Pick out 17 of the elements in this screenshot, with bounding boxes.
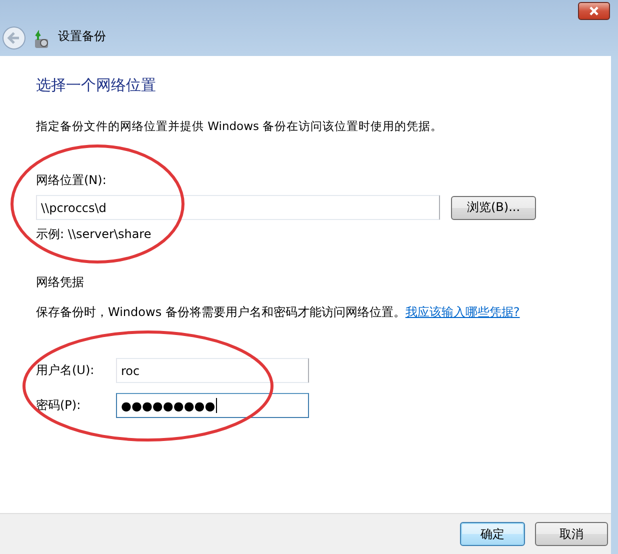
section-title: 网络凭据 (36, 274, 85, 291)
ok-button[interactable]: 确定 (460, 522, 525, 546)
browse-button[interactable]: 浏览(B)... (451, 196, 536, 220)
cancel-button[interactable]: 取消 (535, 522, 608, 546)
credentials-text: 保存备份时，Windows 备份将需要用户名和密码才能访问网络位置。我应该输入哪些凭据? (36, 304, 521, 321)
input-field[interactable]: roc (116, 358, 309, 383)
network-location-field[interactable]: \\pcroccs\d (36, 195, 440, 220)
field-label: 密码(P): (36, 397, 82, 414)
help-link[interactable]: 我应该输入哪些凭据? (405, 305, 520, 319)
page-heading: 选择一个网络位置 (36, 76, 157, 95)
close-icon[interactable] (578, 2, 610, 20)
example-text: 示例: \\server\share (36, 226, 152, 243)
input-field[interactable]: ●●●●●●●●● (116, 393, 309, 418)
field-label: 用户名(U): (36, 362, 96, 379)
window-title: 设置备份 (58, 28, 106, 45)
description-text: 指定备份文件的网络位置并提供 Windows 备份在访问该位置时使用的凭据。 (36, 119, 444, 134)
field-label: 网络位置(N): (36, 172, 108, 189)
